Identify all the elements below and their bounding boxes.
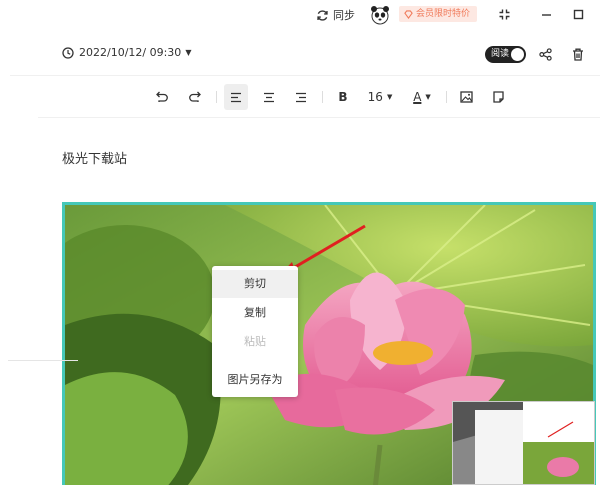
sync-label: 同步 bbox=[333, 9, 355, 22]
insert-image-button[interactable] bbox=[456, 84, 476, 110]
toolbar-divider bbox=[38, 117, 600, 118]
header-divider bbox=[10, 75, 600, 76]
minimize-button[interactable] bbox=[538, 6, 554, 22]
sticky-note-icon bbox=[492, 91, 504, 103]
align-left-button[interactable] bbox=[224, 84, 248, 110]
title-bar: 同步 会员限时特价 bbox=[0, 0, 600, 30]
undo-button[interactable] bbox=[152, 84, 172, 110]
vip-badge[interactable]: 会员限时特价 bbox=[399, 6, 478, 22]
font-size-value: 16 bbox=[367, 90, 383, 104]
sticky-note-button[interactable] bbox=[488, 84, 508, 110]
font-size-select[interactable]: 16 ▼ bbox=[364, 84, 396, 110]
toolbar-separator bbox=[446, 91, 447, 103]
toolbar-separator bbox=[216, 91, 217, 103]
bold-label: B bbox=[338, 90, 348, 104]
undo-icon bbox=[156, 91, 168, 102]
menu-item-cut[interactable]: 剪切 bbox=[212, 270, 298, 298]
caret-down-icon: ▼ bbox=[425, 93, 431, 101]
bold-button[interactable]: B bbox=[333, 84, 353, 110]
menu-item-paste: 粘贴 bbox=[244, 335, 266, 348]
document-title[interactable]: 极光下载站 bbox=[62, 148, 127, 167]
sync-button[interactable]: 同步 bbox=[316, 7, 355, 23]
diamond-icon bbox=[404, 9, 413, 19]
menu-item-copy[interactable]: 复制 bbox=[212, 299, 298, 327]
align-left-icon bbox=[231, 92, 241, 102]
maximize-icon bbox=[573, 9, 583, 19]
menu-item-save-image-as[interactable]: 图片另存为 bbox=[212, 366, 298, 394]
format-toolbar: B 16 ▼ A ▼ bbox=[0, 84, 600, 110]
redo-button[interactable] bbox=[185, 84, 205, 110]
redo-icon bbox=[189, 91, 201, 102]
minimize-icon bbox=[541, 13, 551, 16]
maximize-button[interactable] bbox=[570, 6, 586, 22]
thumbnail-preview bbox=[453, 402, 594, 484]
share-button[interactable] bbox=[537, 46, 553, 62]
toolbar-separator bbox=[322, 91, 323, 103]
menu-separator bbox=[8, 360, 78, 361]
share-icon bbox=[538, 47, 552, 61]
date-selector[interactable]: 2022/10/12/ 09:30 ▼ bbox=[62, 46, 191, 59]
sync-icon bbox=[317, 9, 328, 21]
align-center-icon bbox=[264, 92, 274, 102]
read-mode-toggle[interactable]: 阅读 bbox=[485, 46, 526, 63]
delete-button[interactable] bbox=[570, 46, 586, 62]
font-color-select[interactable]: A ▼ bbox=[408, 84, 436, 110]
caret-down-icon: ▼ bbox=[185, 48, 192, 57]
context-menu: 剪切 复制 粘贴 图片另存为 bbox=[212, 266, 298, 397]
align-right-icon bbox=[296, 92, 306, 102]
toggle-knob bbox=[511, 48, 524, 61]
align-right-button[interactable] bbox=[290, 84, 312, 110]
vip-label: 会员限时特价 bbox=[416, 9, 471, 19]
note-date: 2022/10/12/ 09:30 bbox=[79, 46, 182, 59]
font-color-label: A bbox=[413, 90, 422, 104]
read-toggle-label: 阅读 bbox=[491, 49, 510, 59]
fullscreen-button[interactable] bbox=[496, 6, 512, 22]
align-center-button[interactable] bbox=[258, 84, 280, 110]
fullscreen-icon bbox=[499, 9, 509, 19]
clock-icon bbox=[62, 46, 74, 59]
trash-icon bbox=[573, 48, 583, 61]
caret-down-icon: ▼ bbox=[386, 93, 393, 101]
image-icon bbox=[459, 91, 473, 103]
screenshot-thumbnail[interactable] bbox=[452, 401, 595, 485]
avatar[interactable] bbox=[370, 5, 390, 25]
